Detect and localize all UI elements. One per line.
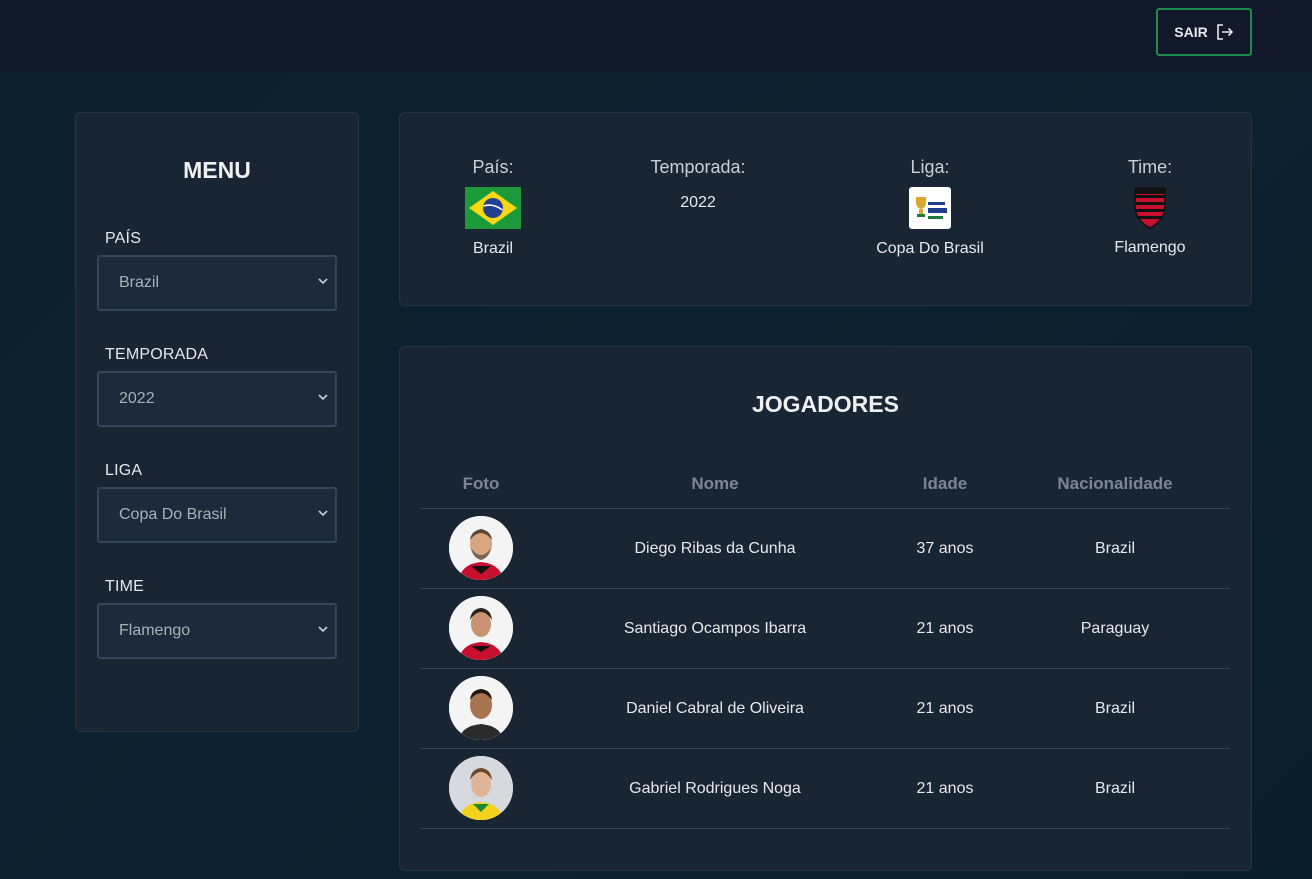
country-info: País: Brazil (393, 157, 593, 258)
menu-panel: MENU PAÍS Brazil TEMPORADA 2022 LIGA Cop… (75, 112, 359, 732)
team-info-value: Flamengo (1114, 239, 1186, 256)
country-select[interactable]: Brazil (97, 255, 337, 311)
top-bar: SAIR (0, 0, 1312, 72)
player-age: 37 anos (916, 540, 974, 557)
column-header-nationality: Nacionalidade (1057, 474, 1173, 493)
team-select[interactable]: Flamengo (97, 603, 337, 659)
season-select[interactable]: 2022 (97, 371, 337, 427)
season-info-label: Temporada: (650, 157, 746, 177)
column-header-name: Nome (691, 474, 739, 493)
country-info-label: País: (472, 157, 514, 177)
player-photo (449, 596, 513, 660)
player-nationality: Brazil (1094, 780, 1135, 797)
player-nationality: Paraguay (1080, 620, 1150, 637)
column-header-age: Idade (922, 474, 968, 493)
logout-icon (1216, 24, 1233, 40)
season-info-value: 2022 (680, 194, 716, 211)
country-select-value: Brazil (119, 274, 160, 291)
league-select[interactable]: Copa Do Brasil (97, 487, 337, 543)
table-divider (421, 828, 1230, 829)
team-label: TIME (105, 578, 145, 595)
league-info: Liga: Copa Do Brasil (830, 157, 1030, 258)
season-info: Temporada: 2022 (598, 157, 798, 212)
team-select-value: Flamengo (119, 622, 191, 639)
player-age: 21 anos (916, 620, 974, 637)
player-photo (449, 676, 513, 740)
player-name: Daniel Cabral de Oliveira (626, 700, 804, 717)
player-name: Gabriel Rodrigues Noga (629, 780, 801, 797)
logout-label: SAIR (1174, 24, 1208, 40)
player-photo (449, 756, 513, 820)
league-info-label: Liga: (910, 157, 950, 177)
team-info: Time: Flamengo (1050, 157, 1250, 257)
chevron-down-icon (318, 278, 328, 285)
country-label: PAÍS (105, 230, 142, 247)
player-age: 21 anos (916, 780, 974, 797)
player-name: Santiago Ocampos Ibarra (623, 620, 807, 637)
copa-do-brasil-logo (909, 187, 951, 229)
country-info-value: Brazil (472, 240, 513, 257)
menu-title: MENU (183, 157, 251, 183)
league-label: LIGA (105, 462, 143, 479)
season-label: TEMPORADA (105, 346, 209, 363)
player-age: 21 anos (916, 700, 974, 717)
table-divider (421, 748, 1230, 749)
season-select-value: 2022 (119, 390, 155, 407)
league-select-value: Copa Do Brasil (119, 506, 227, 523)
logout-button[interactable]: SAIR (1156, 8, 1252, 56)
player-name: Diego Ribas da Cunha (634, 540, 796, 557)
table-divider (421, 508, 1230, 509)
chevron-down-icon (318, 626, 328, 633)
flamengo-crest (1134, 187, 1166, 229)
table-divider (421, 588, 1230, 589)
players-panel: JOGADORES Foto Nome Idade Nacionalidade … (399, 346, 1252, 871)
league-info-value: Copa Do Brasil (876, 240, 984, 257)
player-nationality: Brazil (1094, 540, 1135, 557)
chevron-down-icon (318, 394, 328, 401)
player-nationality: Brazil (1094, 700, 1135, 717)
team-info-label: Time: (1127, 157, 1173, 177)
selection-summary: País: Brazil Temporada: 2022 Liga: Copa … (399, 112, 1252, 306)
brazil-flag-icon (465, 187, 521, 229)
chevron-down-icon (318, 510, 328, 517)
player-photo (449, 516, 513, 580)
column-header-photo: Foto (462, 474, 500, 493)
players-title: JOGADORES (752, 391, 899, 417)
table-divider (421, 668, 1230, 669)
